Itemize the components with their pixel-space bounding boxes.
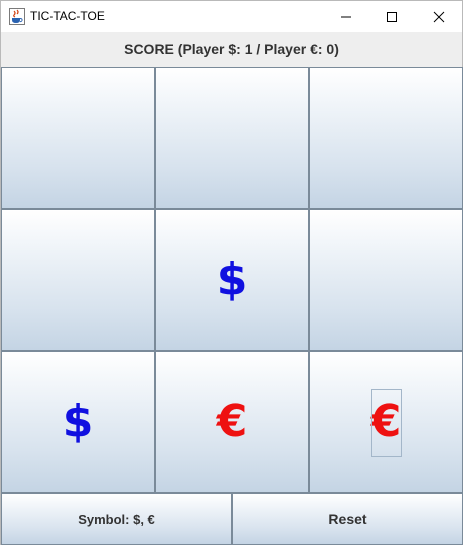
title-bar[interactable]: TIC-TAC-TOE <box>1 1 462 32</box>
euro-mark: € <box>216 396 248 447</box>
game-board: $ $ € € <box>1 67 463 493</box>
board-cell-7[interactable]: $ <box>1 351 155 493</box>
window-title: TIC-TAC-TOE <box>30 9 105 23</box>
score-bar: SCORE (Player $: 1 / Player €: 0) <box>1 32 462 66</box>
minimize-icon <box>341 16 351 17</box>
reset-button[interactable]: Reset <box>232 493 463 545</box>
focus-indicator <box>371 389 402 457</box>
board-cell-3[interactable] <box>309 67 463 209</box>
close-button[interactable] <box>416 1 462 32</box>
board-cell-8[interactable]: € <box>155 351 309 493</box>
symbol-button[interactable]: Symbol: $, € <box>1 493 232 545</box>
maximize-button[interactable] <box>369 1 415 32</box>
java-cup-icon <box>9 8 25 25</box>
score-label: SCORE (Player $: 1 / Player €: 0) <box>124 41 339 57</box>
board-cell-4[interactable] <box>1 209 155 351</box>
board-cell-6[interactable] <box>309 209 463 351</box>
symbol-button-label: Symbol: $, € <box>78 511 155 527</box>
reset-button-label: Reset <box>328 511 367 527</box>
close-icon <box>433 11 445 22</box>
dollar-mark: $ <box>62 396 94 447</box>
board-cell-5[interactable]: $ <box>155 209 309 351</box>
minimize-button[interactable] <box>323 1 369 32</box>
dollar-mark: $ <box>216 254 248 305</box>
app-window: TIC-TAC-TOE SCORE (Player $: 1 / Player … <box>0 0 463 545</box>
board-cell-1[interactable] <box>1 67 155 209</box>
control-bar: Symbol: $, € Reset <box>1 493 463 545</box>
board-cell-2[interactable] <box>155 67 309 209</box>
board-cell-9[interactable]: € <box>309 351 463 493</box>
maximize-icon <box>387 11 397 22</box>
